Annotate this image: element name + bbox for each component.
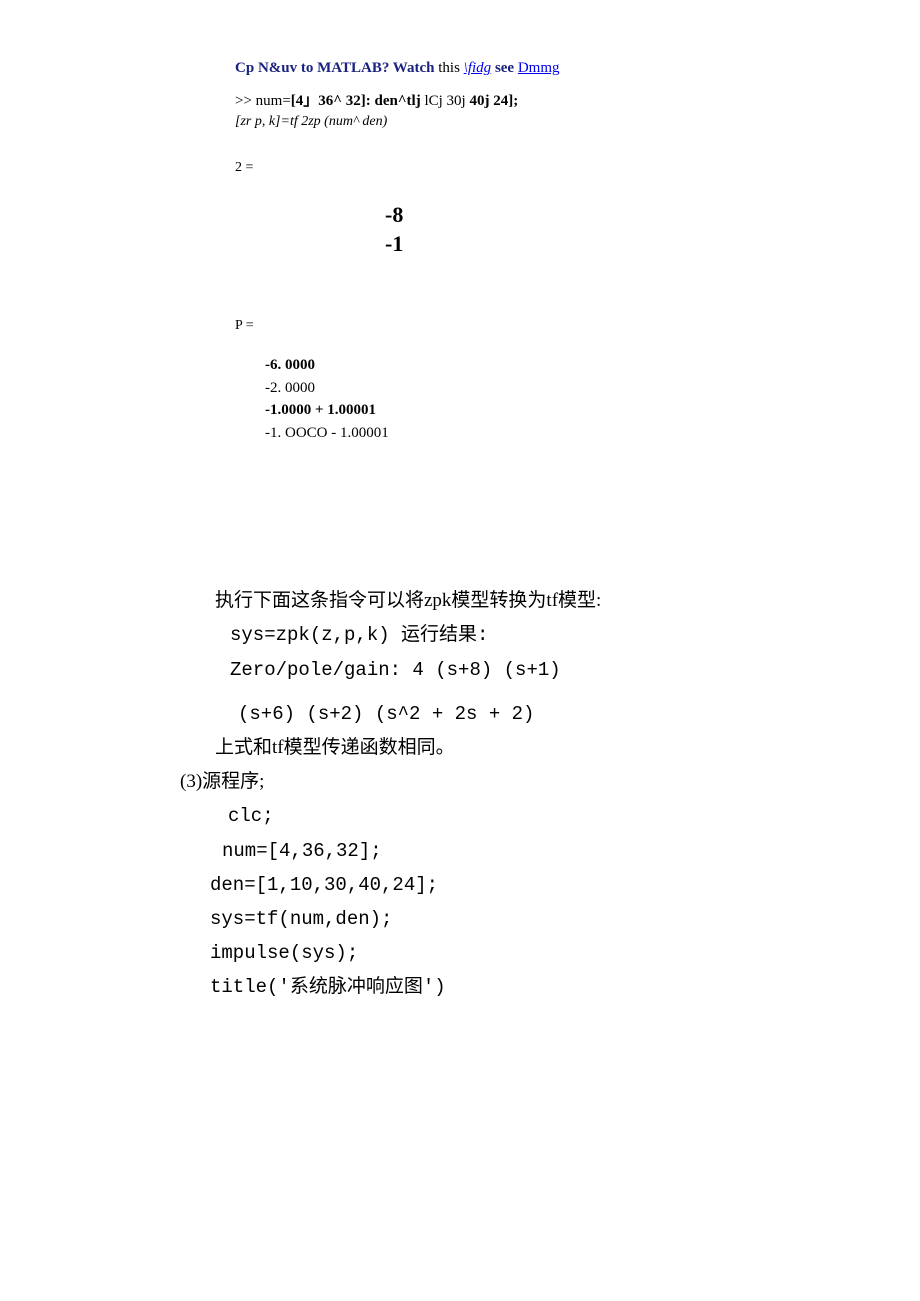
cmd1-prefix: >> num= [235, 93, 291, 109]
p-value-4: -1. OOCO - 1.00001 [265, 422, 740, 445]
cmd1-mid: lCj 30j [421, 93, 470, 109]
command-line-2: [zr p, k]=tf 2zp (num^ den) [235, 114, 740, 130]
z-value-2: -1 [385, 230, 740, 259]
cp-text: Cp [235, 60, 254, 76]
code-line-1: sys=zpk(z,p,k) 运行结果: [230, 618, 740, 652]
desc-line-2: 上式和tf模型传递函数相同。 [215, 731, 740, 765]
matlab-banner: Cp N&uv to MATLAB? Watch this \fidg see … [235, 60, 740, 77]
command-line-1: >> num=[4」36^ 32]: den^tlj lCj 30j 40j 2… [235, 89, 740, 110]
code-line-8: impulse(sys); [210, 936, 740, 970]
z-value-1: -8 [385, 201, 740, 230]
p-values: -6. 0000 -2. 0000 -1.0000 + 1.00001 -1. … [265, 354, 740, 444]
cmd1-bold1: [4」36^ 32]: den^tlj [291, 93, 421, 109]
p-value-3: -1.0000 + 1.00001 [265, 399, 740, 422]
code-line-7: sys=tf(num,den); [210, 902, 740, 936]
p-value-2: -2. 0000 [265, 377, 740, 400]
code-line-9: title('系统脉冲响应图') [210, 970, 740, 1004]
desc-line-1: 执行下面这条指令可以将zpk模型转换为tf模型: [215, 584, 740, 618]
code-line-5: num=[4,36,32]; [222, 834, 740, 868]
p-label: P = [235, 318, 740, 334]
section-label: (3)源程序; [180, 765, 740, 799]
video-link[interactable]: \fidg [464, 60, 492, 76]
cmd1-bold2: 40j 24]; [469, 93, 518, 109]
z-label: 2 = [235, 160, 740, 176]
code-line-3: (s+6) (s+2) (s^2 + 2s + 2) [238, 697, 740, 731]
watch-text: this [438, 60, 460, 76]
code-line-4: clc; [228, 799, 740, 833]
demo-link[interactable]: Dmmg [518, 60, 560, 76]
z-values: -8 -1 [385, 201, 740, 258]
navuv-text: N&uv to MATLAB? Watch [258, 60, 435, 76]
p-value-1: -6. 0000 [265, 354, 740, 377]
code-line-2: Zero/pole/gain: 4 (s+8) (s+1) [230, 653, 740, 687]
see-text: see [495, 60, 514, 76]
code-line-6: den=[1,10,30,40,24]; [210, 868, 740, 902]
